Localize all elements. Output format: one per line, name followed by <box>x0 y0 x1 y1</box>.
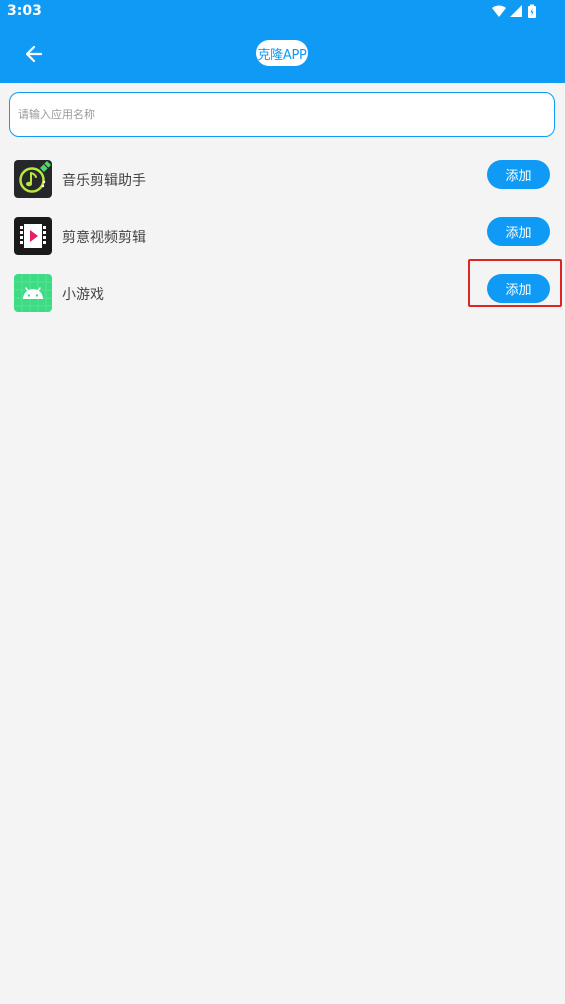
music-editor-app-icon <box>14 160 52 198</box>
app-name: 小游戏 <box>62 287 104 303</box>
wifi-icon <box>492 5 506 17</box>
status-time: 3:03 <box>7 3 42 19</box>
app-bar: 3:03 克隆APP <box>0 0 565 83</box>
list-item: 剪意视频剪辑 添加 <box>0 217 565 267</box>
add-button[interactable]: 添加 <box>487 160 550 189</box>
list-item: 音乐剪辑助手 添加 <box>0 160 565 210</box>
status-icons <box>492 4 536 18</box>
page-title: 克隆APP <box>256 40 308 66</box>
add-button[interactable]: 添加 <box>487 274 550 303</box>
signal-icon <box>510 5 522 17</box>
app-name: 音乐剪辑助手 <box>62 173 146 189</box>
android-app-icon <box>14 274 52 312</box>
list-item: 小游戏 添加 <box>0 274 565 324</box>
search-input[interactable] <box>10 93 554 136</box>
arrow-left-icon <box>25 45 43 63</box>
back-button[interactable] <box>20 40 48 68</box>
add-button[interactable]: 添加 <box>487 217 550 246</box>
search-box <box>9 92 555 137</box>
app-name: 剪意视频剪辑 <box>62 230 146 246</box>
page-title-text: 克隆APP <box>257 47 307 63</box>
battery-icon <box>528 4 536 18</box>
video-editor-app-icon <box>14 217 52 255</box>
